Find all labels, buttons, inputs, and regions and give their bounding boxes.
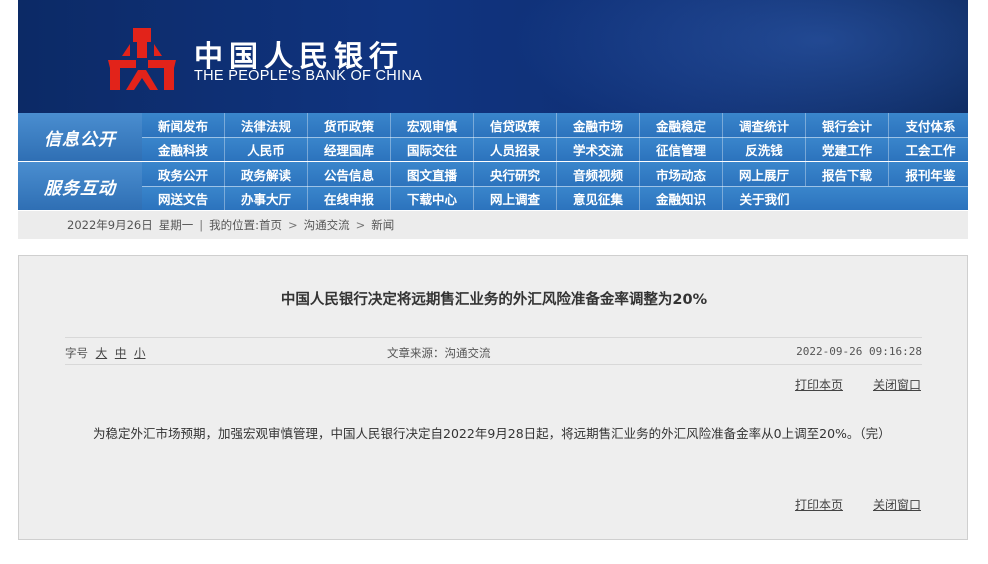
nav-item-anti-money-laundering[interactable]: 反洗钱: [723, 137, 806, 161]
breadcrumb-level1[interactable]: 沟通交流: [304, 217, 350, 233]
brand-name-en: THE PEOPLE'S BANK OF CHINA: [194, 68, 423, 84]
separator: |: [199, 218, 204, 232]
chevron-right-icon: >: [355, 218, 366, 232]
article-title: 中国人民银行决定将远期售汇业务的外汇风险准备金率调整为20%: [280, 292, 708, 308]
nav-item-feedback[interactable]: 意见征集: [557, 186, 640, 210]
close-window-link[interactable]: 关闭窗口: [873, 496, 921, 513]
font-large-link[interactable]: 大: [96, 346, 108, 360]
nav-item-about-us[interactable]: 关于我们: [723, 186, 806, 210]
nav-item-union[interactable]: 工会工作: [889, 137, 972, 161]
close-window-link[interactable]: 关闭窗口: [873, 376, 921, 393]
nav-item-download-center[interactable]: 下载中心: [391, 186, 474, 210]
article-meta: 字号 大 中 小 文章来源：沟通交流 2022-09-26 09:16:28: [65, 337, 922, 365]
nav-item-credit-policy[interactable]: 信贷政策: [474, 113, 557, 137]
nav-item-international[interactable]: 国际交往: [391, 137, 474, 161]
nav-item-online-survey[interactable]: 网上调查: [474, 186, 557, 210]
nav-item-payment-system[interactable]: 支付体系: [889, 113, 972, 137]
nav-item-announcements[interactable]: 公告信息: [308, 162, 391, 186]
nav-item-financial-stability[interactable]: 金融稳定: [640, 113, 723, 137]
nav-item-party-building[interactable]: 党建工作: [806, 137, 889, 161]
nav-item-academic[interactable]: 学术交流: [557, 137, 640, 161]
nav-item-financial-market[interactable]: 金融市场: [557, 113, 640, 137]
nav-item-policy-interpretation[interactable]: 政务解读: [225, 162, 308, 186]
breadcrumb-level2[interactable]: 新闻: [371, 217, 394, 233]
nav-section-label: 信息公开: [18, 113, 142, 161]
breadcrumb: 2022年9月26日 星期一 | 我的位置:首页 > 沟通交流 > 新闻: [18, 211, 968, 239]
nav-item-online-exhibition[interactable]: 网上展厅: [723, 162, 806, 186]
nav-item-credit-reference[interactable]: 征信管理: [640, 137, 723, 161]
nav-item-recruitment[interactable]: 人员招录: [474, 137, 557, 161]
nav-item-audio-video[interactable]: 音频视频: [557, 162, 640, 186]
nav-item-documents[interactable]: 网送文告: [142, 186, 225, 210]
nav-item-monetary-policy[interactable]: 货币政策: [308, 113, 391, 137]
nav-info-disclosure: 信息公开 新闻发布 法律法规 货币政策 宏观审慎 信贷政策 金融市场 金融稳定 …: [18, 113, 968, 161]
nav-row: 金融科技 人民币 经理国库 国际交往 人员招录 学术交流 征信管理 反洗钱 党建…: [142, 137, 972, 161]
article-datetime: 2022-09-26 09:16:28: [796, 345, 922, 358]
nav-item-research[interactable]: 央行研究: [474, 162, 557, 186]
font-small-link[interactable]: 小: [134, 346, 146, 360]
nav-item-report-download[interactable]: 报告下载: [806, 162, 889, 186]
current-weekday: 星期一: [158, 218, 194, 232]
nav-item-news-release[interactable]: 新闻发布: [142, 113, 225, 137]
nav-item-laws[interactable]: 法律法规: [225, 113, 308, 137]
nav-row: 新闻发布 法律法规 货币政策 宏观审慎 信贷政策 金融市场 金融稳定 调查统计 …: [142, 113, 972, 137]
current-date: 2022年9月26日: [67, 218, 153, 232]
nav-item-treasury[interactable]: 经理国库: [308, 137, 391, 161]
nav-item-service-hall[interactable]: 办事大厅: [225, 186, 308, 210]
font-size-control: 字号 大 中 小: [65, 345, 145, 361]
nav-item-live[interactable]: 图文直播: [391, 162, 474, 186]
nav-service-interaction: 服务互动 政务公开 政务解读 公告信息 图文直播 央行研究 音频视频 市场动态 …: [18, 162, 968, 210]
nav-row: 政务公开 政务解读 公告信息 图文直播 央行研究 音频视频 市场动态 网上展厅 …: [142, 162, 972, 186]
font-size-label: 字号: [65, 346, 88, 360]
nav-item-yearbook[interactable]: 报刊年鉴: [889, 162, 972, 186]
article-source: 文章来源：沟通交流: [387, 346, 491, 360]
article-panel: 中国人民银行决定将远期售汇业务的外汇风险准备金率调整为20% 字号 大 中 小 …: [18, 255, 968, 540]
print-page-link[interactable]: 打印本页: [795, 376, 843, 393]
article-tools-bottom: 打印本页 关闭窗口: [795, 496, 921, 513]
print-page-link[interactable]: 打印本页: [795, 496, 843, 513]
article-tools-top: 打印本页 关闭窗口: [795, 376, 921, 393]
chevron-right-icon: >: [287, 218, 298, 232]
font-medium-link[interactable]: 中: [115, 346, 127, 360]
breadcrumb-home[interactable]: 我的位置:首页: [209, 217, 282, 233]
nav-item-macroprudential[interactable]: 宏观审慎: [391, 113, 474, 137]
nav-item-online-declaration[interactable]: 在线申报: [308, 186, 391, 210]
nav-item-bank-accounting[interactable]: 银行会计: [806, 113, 889, 137]
nav-item-statistics[interactable]: 调查统计: [723, 113, 806, 137]
nav-item-market-dynamics[interactable]: 市场动态: [640, 162, 723, 186]
header-banner: 中国人民银行 THE PEOPLE'S BANK OF CHINA: [18, 0, 968, 113]
nav-item-gov-affairs[interactable]: 政务公开: [142, 162, 225, 186]
nav-item-financial-knowledge[interactable]: 金融知识: [640, 186, 723, 210]
nav-item-rmb[interactable]: 人民币: [225, 137, 308, 161]
nav-row: 网送文告 办事大厅 在线申报 下载中心 网上调查 意见征集 金融知识 关于我们: [142, 186, 806, 210]
nav-item-fintech[interactable]: 金融科技: [142, 137, 225, 161]
article-body: 为稳定外汇市场预期，加强宏观审慎管理，中国人民银行决定自2022年9月28日起，…: [93, 426, 891, 441]
pboc-logo-icon: [108, 28, 176, 90]
nav-section-label: 服务互动: [18, 162, 142, 210]
